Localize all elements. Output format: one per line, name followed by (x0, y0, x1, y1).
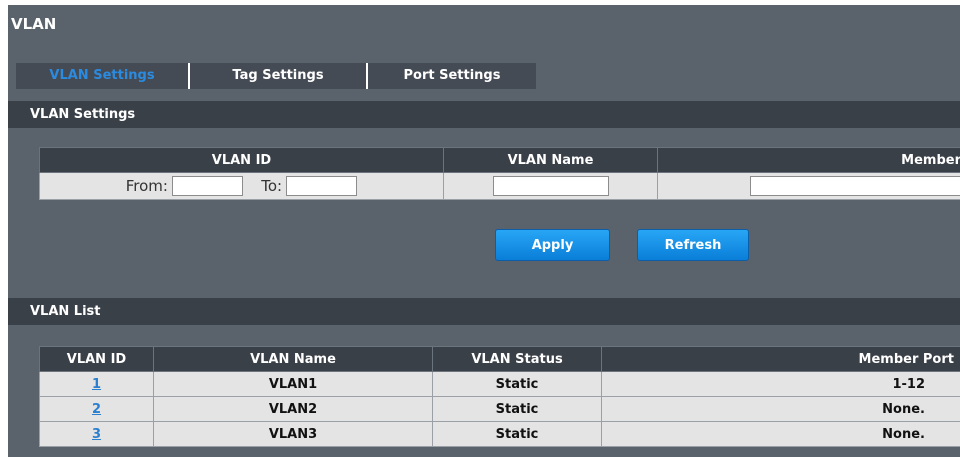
to-label: To: (261, 177, 283, 195)
vlan-panel: VLAN VLAN Settings Tag Settings Port Set… (8, 5, 960, 457)
vlan-id-link[interactable]: 3 (92, 427, 101, 442)
apply-button[interactable]: Apply (495, 229, 610, 261)
vlan-name-input[interactable] (492, 176, 609, 196)
page-title: VLAN (11, 15, 57, 33)
member-port-cell: 1-12 (601, 371, 960, 397)
vlan-id-to-input[interactable] (286, 176, 358, 196)
vlan-name-cell: VLAN1 (153, 371, 433, 397)
tab-bar: VLAN Settings Tag Settings Port Settings (16, 63, 536, 89)
vlan-list-header: VLAN List (8, 298, 960, 325)
from-label: From: (125, 177, 168, 195)
vlan-name-cell: VLAN2 (153, 396, 433, 422)
member-input[interactable] (750, 176, 960, 196)
vlan-name-header: VLAN Name (443, 147, 658, 173)
col-vlan-name: VLAN Name (153, 346, 433, 372)
member-port-cell: None. (601, 396, 960, 422)
vlan-status-cell: Static (432, 396, 602, 422)
refresh-button[interactable]: Refresh (637, 229, 749, 261)
vlan-settings-header: VLAN Settings (8, 101, 960, 128)
tab-vlan-settings[interactable]: VLAN Settings (16, 63, 188, 89)
col-member-port: Member Port (601, 346, 960, 372)
col-vlan-status: VLAN Status (432, 346, 602, 372)
tab-tag-settings[interactable]: Tag Settings (188, 63, 366, 89)
vlan-name-cell: VLAN3 (153, 421, 433, 447)
table-row: 2 VLAN2 Static None. (39, 396, 960, 422)
member-header: Member (657, 147, 960, 173)
vlan-list-table: VLAN ID VLAN Name VLAN Status Member Por… (39, 346, 960, 447)
vlan-status-cell: Static (432, 371, 602, 397)
vlan-settings-table: VLAN ID VLAN Name Member From: To: (39, 147, 960, 200)
tab-port-settings[interactable]: Port Settings (366, 63, 536, 89)
table-row: 1 VLAN1 Static 1-12 (39, 371, 960, 397)
vlan-id-link[interactable]: 2 (92, 402, 101, 417)
member-port-cell: None. (601, 421, 960, 447)
vlan-id-link[interactable]: 1 (92, 377, 101, 392)
col-vlan-id: VLAN ID (39, 346, 154, 372)
vlan-id-from-input[interactable] (172, 176, 244, 196)
vlan-id-header: VLAN ID (39, 147, 444, 173)
vlan-status-cell: Static (432, 421, 602, 447)
table-row: 3 VLAN3 Static None. (39, 421, 960, 447)
